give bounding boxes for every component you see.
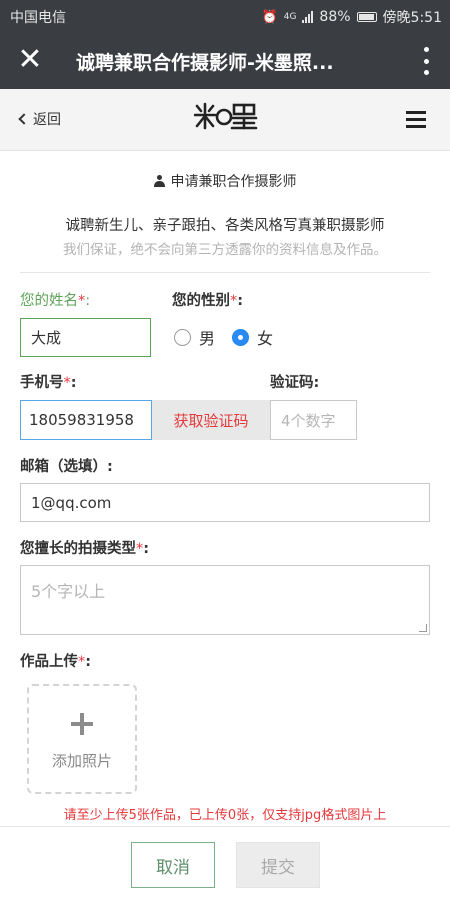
battery-icon [356,12,377,22]
close-icon[interactable]: ✕ [16,45,44,75]
submit-button[interactable]: 提交 [236,842,320,888]
name-label-text: 您的姓名 [20,293,78,309]
form-heading-text: 申请兼职合作摄影师 [170,174,297,190]
code-input[interactable]: 4个数字 [270,400,357,440]
phone-label: 手机号*: [20,371,77,392]
name-label: 您的姓名*: [20,289,90,310]
name-value: 大成 [31,329,62,347]
brand-logo-mark [193,102,258,130]
add-photo-button[interactable]: 添加照片 [27,684,137,794]
gender-option-label: 女 [257,329,274,348]
brand-logo[interactable] [193,101,258,137]
page-title: 诚聘兼职合作摄影师-米墨照... [76,52,334,74]
form-heading: 申请兼职合作摄影师 [0,171,450,191]
battery-percent: 88% [319,9,351,25]
user-icon [153,175,165,187]
gender-radio-female[interactable]: 女 [232,325,273,349]
email-input[interactable]: 1@qq.com [20,483,430,522]
carrier-name: 中国电信 [10,10,66,26]
get-code-button[interactable]: 获取验证码 [152,400,270,440]
name-input[interactable]: 大成 [20,318,151,357]
title-bar: ✕ 诚聘兼职合作摄影师-米墨照... [0,33,450,89]
phone-input[interactable]: 18059831958 [20,400,152,440]
code-label: 验证码: [270,375,320,391]
chevron-left-icon [18,113,30,125]
privacy-note: 我们保证，绝不会向第三方透露你的资料信息及作品。 [63,242,387,258]
phone-value: 18059831958 [29,411,134,429]
add-photo-label: 添加照片 [51,752,112,770]
divider [20,272,430,273]
status-indicators: ⏰ 4G 88% 傍晚5:51 [262,7,442,27]
resize-grip-icon[interactable] [419,624,427,632]
photo-types-textarea[interactable]: 5个字以上 [20,565,430,635]
gender-radio-male[interactable]: 男 [174,325,215,349]
network-type: 4G [283,12,297,22]
radio-circle-selected [232,328,249,346]
radio-circle [174,328,191,346]
email-label: 邮箱（选填）: [20,459,113,475]
email-value: 1@qq.com [31,493,112,512]
status-bar: 中国电信 ⏰ 4G 88% 傍晚5:51 [0,0,450,33]
intro-text: 诚聘新生儿、亲子跟拍、各类风格写真兼职摄影师 [65,218,385,234]
gender-label: 您的性别*: [172,289,243,310]
code-placeholder: 4个数字 [281,411,336,430]
photo-types-label: 您擅长的拍摄类型*: [20,537,149,558]
back-label: 返回 [33,112,61,128]
footer-bar: 取消 提交 [0,826,450,900]
cancel-button[interactable]: 取消 [131,842,215,888]
upload-label: 作品上传*: [20,650,91,671]
label-colon: : [85,293,91,309]
required-mark: * [63,375,71,391]
clock-time: 傍晚5:51 [382,10,442,26]
signal-icon [302,11,314,23]
site-navbar: 返回 [0,89,450,151]
hamburger-icon[interactable] [406,111,426,128]
gender-label-text: 您的性别 [172,293,230,309]
photo-types-placeholder: 5个字以上 [31,582,106,601]
label-colon: : [70,375,77,391]
photo-types-label-text: 您擅长的拍摄类型 [20,541,136,557]
more-vertical-icon[interactable] [422,47,430,75]
upload-warning: 请至少上传5张作品，已上传0张，仅支持jpg格式图片上 [63,808,387,823]
label-colon: : [85,654,92,670]
alarm-icon: ⏰ [261,9,278,25]
plus-icon [69,711,95,737]
label-colon: : [237,293,244,309]
back-button[interactable]: 返回 [18,109,61,129]
phone-label-text: 手机号 [20,375,64,391]
label-colon: : [143,541,150,557]
gender-option-label: 男 [199,329,216,348]
upload-label-text: 作品上传 [20,654,78,670]
